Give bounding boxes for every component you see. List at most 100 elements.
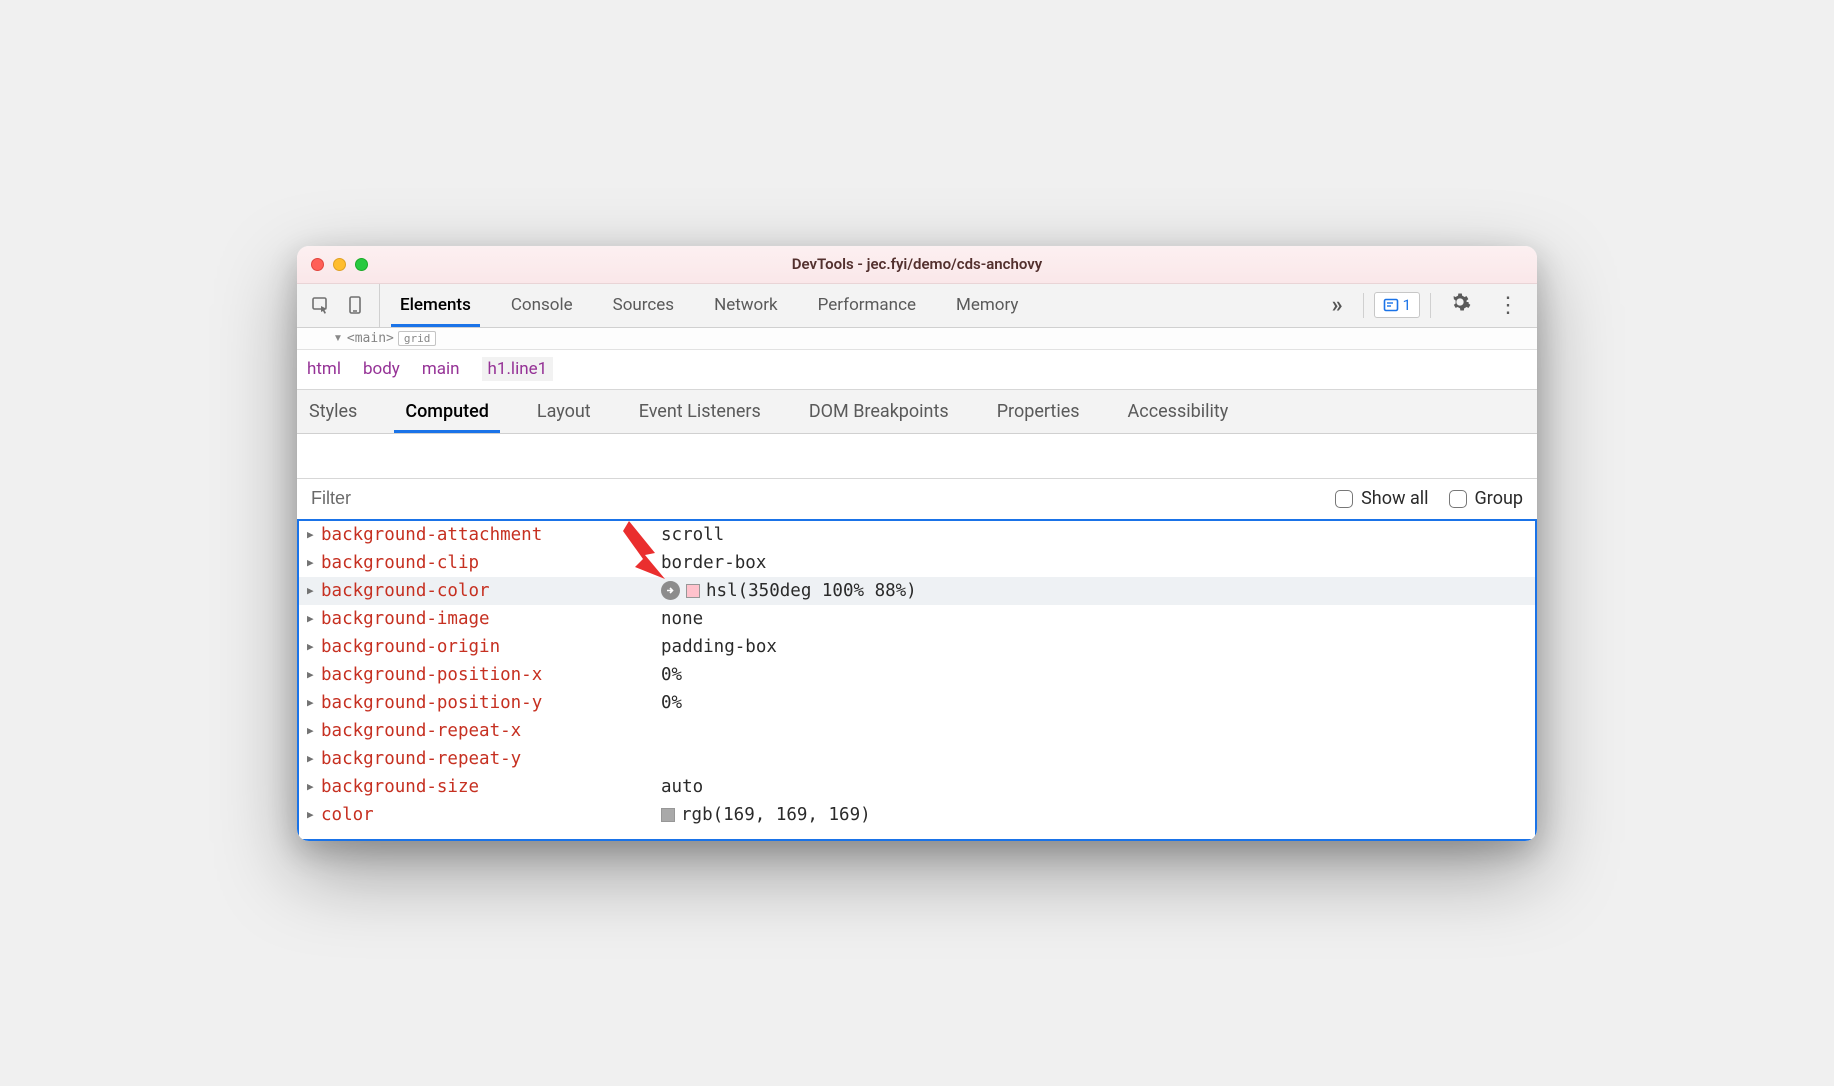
settings-icon[interactable]	[1441, 291, 1479, 319]
property-name: background-size	[321, 777, 661, 797]
devtools-window: DevTools - jec.fyi/demo/cds-anchovy Elem…	[297, 246, 1537, 841]
expand-triangle-icon[interactable]: ▶	[307, 696, 321, 709]
minimize-icon[interactable]	[333, 258, 346, 271]
filter-row: Show all Group	[297, 479, 1537, 521]
property-name: background-attachment	[321, 525, 661, 545]
expand-triangle-icon[interactable]: ▶	[307, 584, 321, 597]
subtab-styles[interactable]: Styles	[297, 390, 381, 433]
expand-triangle-icon[interactable]: ▶	[307, 668, 321, 681]
computed-properties-panel: ▶background-attachmentscroll▶background-…	[297, 521, 1537, 841]
toolbar-right: » 1 ⋮	[1322, 291, 1527, 319]
property-value: auto	[661, 777, 703, 797]
computed-property-row[interactable]: ▶background-colorhsl(350deg 100% 88%)	[299, 577, 1535, 605]
main-tabs: Elements Console Sources Network Perform…	[380, 284, 1322, 327]
property-value: hsl(350deg 100% 88%)	[661, 581, 917, 601]
toolbar-left-icons	[303, 284, 380, 327]
main-toolbar: Elements Console Sources Network Perform…	[297, 284, 1537, 328]
traffic-lights	[311, 258, 368, 271]
computed-property-row[interactable]: ▶background-imagenone	[299, 605, 1535, 633]
zoom-icon[interactable]	[355, 258, 368, 271]
window-title: DevTools - jec.fyi/demo/cds-anchovy	[311, 255, 1523, 273]
divider	[1430, 293, 1431, 318]
subtab-accessibility[interactable]: Accessibility	[1104, 390, 1253, 433]
tab-console[interactable]: Console	[491, 284, 593, 327]
subtab-computed[interactable]: Computed	[381, 390, 513, 433]
computed-property-row[interactable]: ▶background-originpadding-box	[299, 633, 1535, 661]
triangle-icon[interactable]: ▼	[333, 333, 343, 344]
tab-performance[interactable]: Performance	[798, 284, 936, 327]
tab-sources[interactable]: Sources	[593, 284, 694, 327]
sidebar-tabs: Styles Computed Layout Event Listeners D…	[297, 390, 1537, 434]
computed-property-row[interactable]: ▶background-clipborder-box	[299, 549, 1535, 577]
subtab-dom-breakpoints[interactable]: DOM Breakpoints	[785, 390, 973, 433]
expand-triangle-icon[interactable]: ▶	[307, 808, 321, 821]
property-value-text: 0%	[661, 693, 682, 713]
crumb-main[interactable]: main	[422, 359, 460, 379]
dom-tag[interactable]: <main>	[347, 331, 394, 346]
computed-property-row[interactable]: ▶background-repeat-x	[299, 717, 1535, 745]
crumb-body[interactable]: body	[363, 359, 400, 379]
property-name: background-origin	[321, 637, 661, 657]
select-element-icon[interactable]	[311, 295, 331, 315]
checkbox-icon	[1449, 490, 1467, 508]
more-menu-icon[interactable]: ⋮	[1489, 293, 1527, 318]
computed-property-row[interactable]: ▶background-attachmentscroll	[299, 521, 1535, 549]
color-swatch-icon[interactable]	[686, 584, 700, 598]
tab-elements[interactable]: Elements	[380, 284, 491, 327]
property-value: 0%	[661, 693, 682, 713]
issues-icon	[1383, 297, 1399, 313]
elements-tree-strip: ▼ <main> grid	[297, 328, 1537, 350]
filter-input[interactable]	[311, 488, 1315, 509]
close-icon[interactable]	[311, 258, 324, 271]
tab-network[interactable]: Network	[694, 284, 798, 327]
expand-triangle-icon[interactable]: ▶	[307, 556, 321, 569]
property-name: background-repeat-y	[321, 749, 661, 769]
breadcrumbs: html body main h1.line1	[297, 350, 1537, 390]
computed-property-row[interactable]: ▶colorrgb(169, 169, 169)	[299, 801, 1535, 829]
property-value-text: border-box	[661, 553, 766, 573]
property-value: padding-box	[661, 637, 777, 657]
computed-property-row[interactable]: ▶background-sizeauto	[299, 773, 1535, 801]
grid-badge[interactable]: grid	[398, 331, 437, 346]
expand-triangle-icon[interactable]: ▶	[307, 752, 321, 765]
issues-button[interactable]: 1	[1374, 292, 1420, 318]
device-toolbar-icon[interactable]	[345, 295, 365, 315]
property-value-text: 0%	[661, 665, 682, 685]
computed-property-row[interactable]: ▶background-repeat-y	[299, 745, 1535, 773]
checkbox-icon	[1335, 490, 1353, 508]
property-value: rgb(169, 169, 169)	[661, 805, 871, 825]
property-value-text: auto	[661, 777, 703, 797]
property-value: scroll	[661, 525, 724, 545]
expand-triangle-icon[interactable]: ▶	[307, 640, 321, 653]
property-value-text: padding-box	[661, 637, 777, 657]
property-value: 0%	[661, 665, 682, 685]
divider	[1363, 293, 1364, 318]
subtab-properties[interactable]: Properties	[973, 390, 1104, 433]
crumb-html[interactable]: html	[307, 359, 341, 379]
titlebar: DevTools - jec.fyi/demo/cds-anchovy	[297, 246, 1537, 284]
crumb-h1[interactable]: h1.line1	[482, 357, 554, 381]
expand-triangle-icon[interactable]: ▶	[307, 724, 321, 737]
color-swatch-icon[interactable]	[661, 808, 675, 822]
subtab-event-listeners[interactable]: Event Listeners	[615, 390, 785, 433]
expand-triangle-icon[interactable]: ▶	[307, 528, 321, 541]
property-value-text: none	[661, 609, 703, 629]
more-tabs-icon[interactable]: »	[1322, 293, 1353, 318]
property-value-text: scroll	[661, 525, 724, 545]
property-value-text: rgb(169, 169, 169)	[681, 805, 871, 825]
group-checkbox[interactable]: Group	[1449, 488, 1523, 509]
expand-triangle-icon[interactable]: ▶	[307, 612, 321, 625]
computed-property-row[interactable]: ▶background-position-x0%	[299, 661, 1535, 689]
subtab-layout[interactable]: Layout	[513, 390, 615, 433]
property-name: background-clip	[321, 553, 661, 573]
blank-strip	[297, 434, 1537, 479]
tab-memory[interactable]: Memory	[936, 284, 1038, 327]
navigate-icon[interactable]	[661, 581, 680, 600]
expand-triangle-icon[interactable]: ▶	[307, 780, 321, 793]
show-all-checkbox[interactable]: Show all	[1335, 488, 1428, 509]
issues-count: 1	[1403, 296, 1411, 314]
property-value: none	[661, 609, 703, 629]
show-all-label: Show all	[1361, 488, 1428, 509]
computed-property-row[interactable]: ▶background-position-y0%	[299, 689, 1535, 717]
property-name: background-color	[321, 581, 661, 601]
